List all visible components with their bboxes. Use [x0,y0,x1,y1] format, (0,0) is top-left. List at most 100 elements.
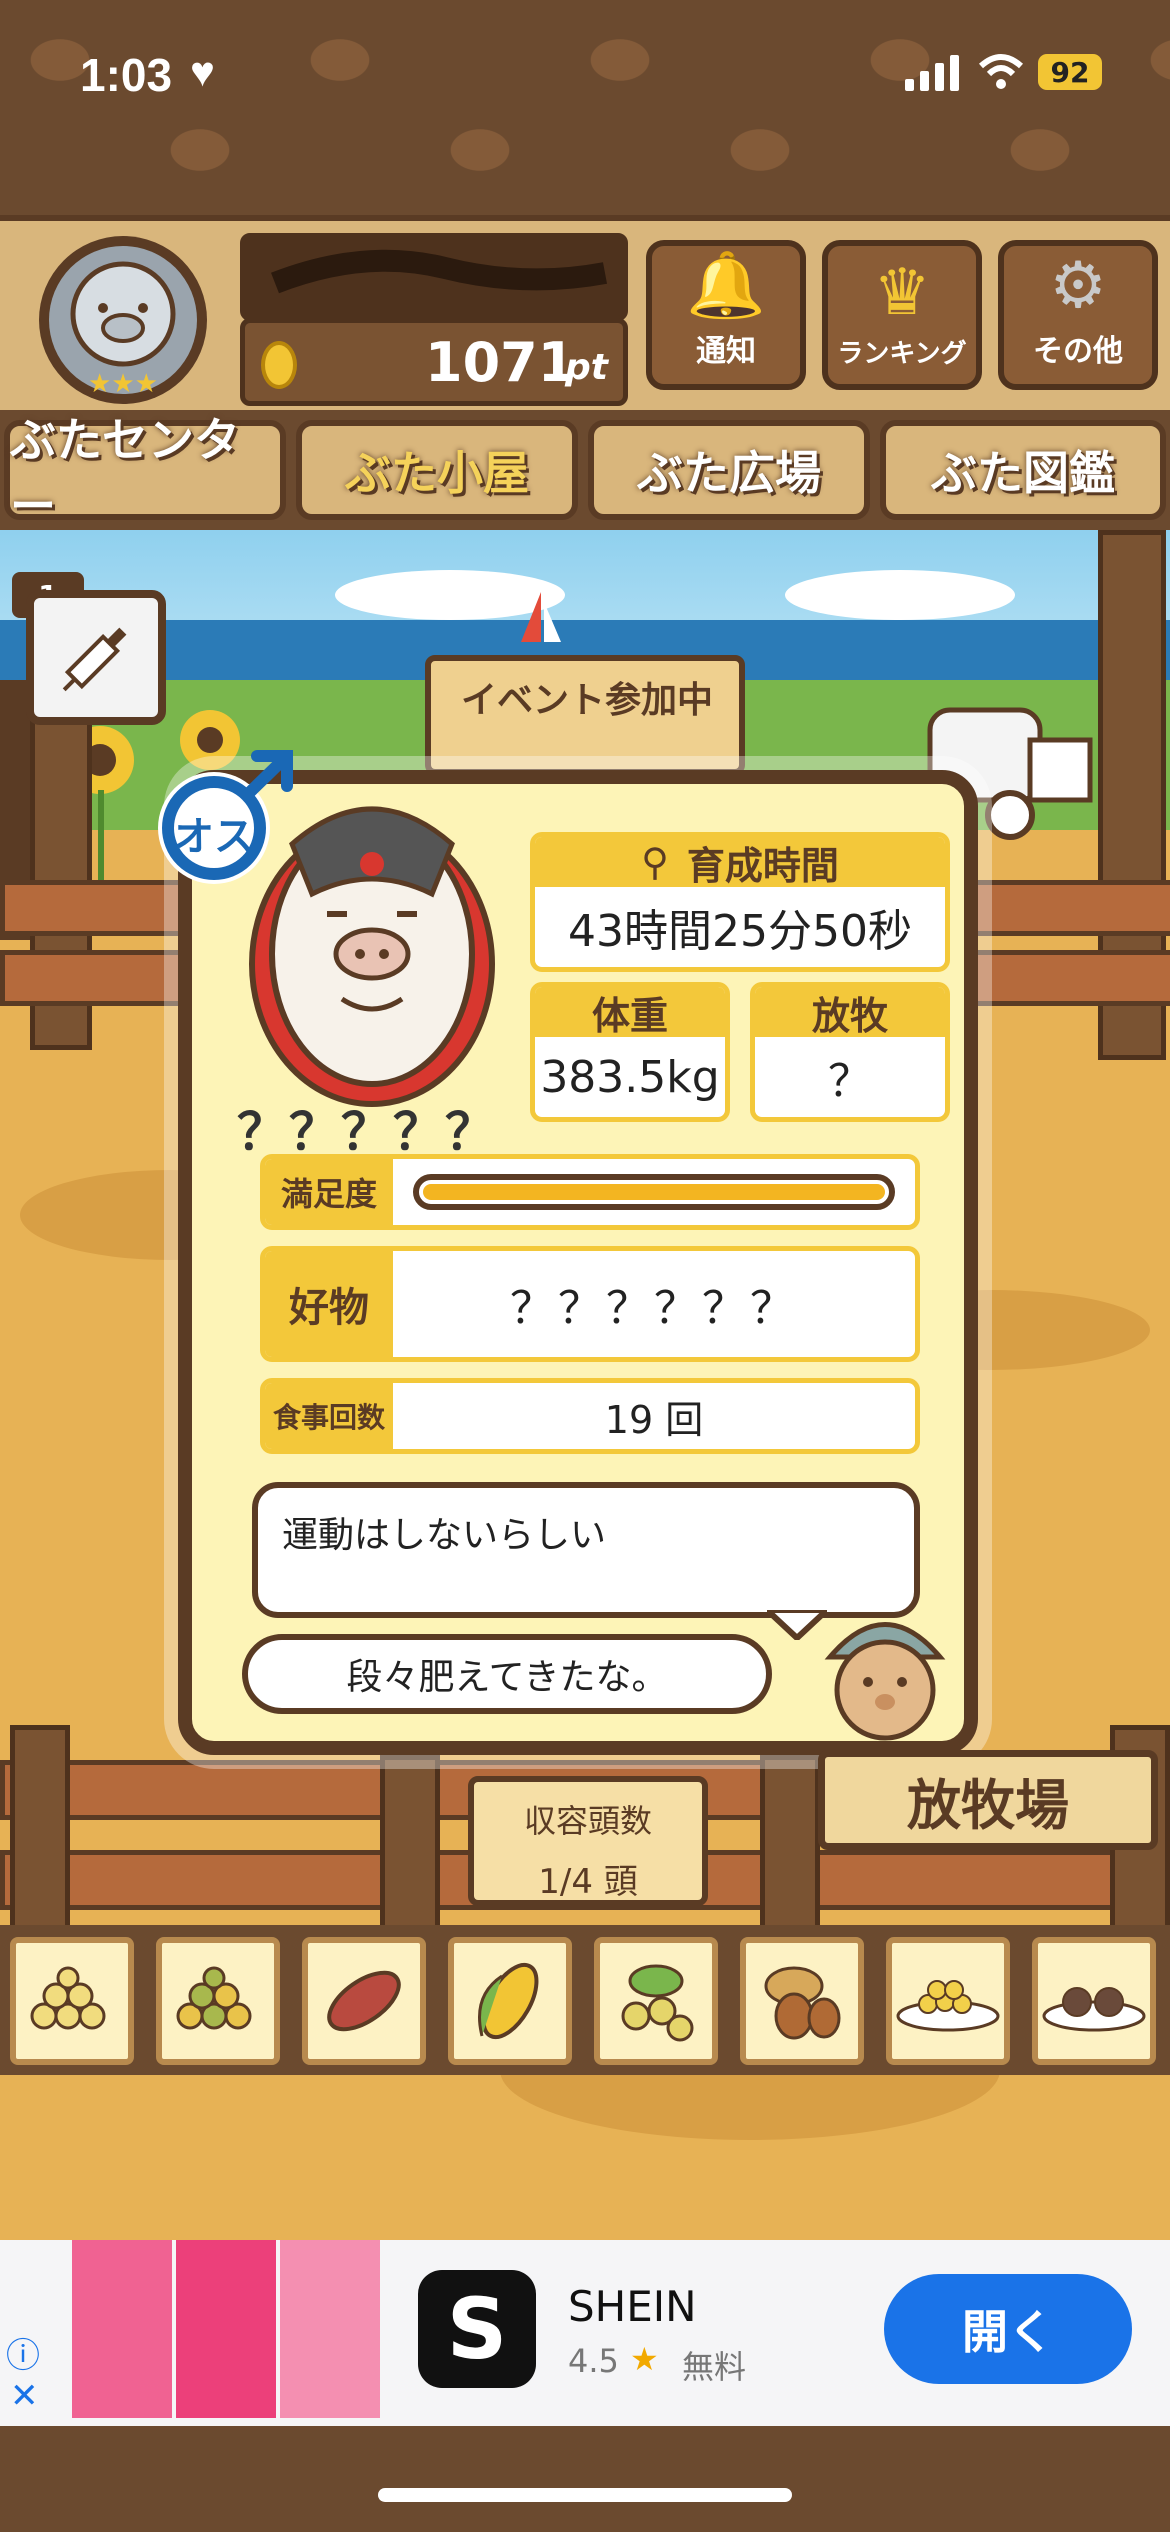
ad-screenshots [72,2240,380,2418]
ad-screenshot [176,2240,276,2418]
signal-icon [905,55,961,95]
favorite-label: 好物 [265,1251,393,1357]
heart-icon: ♥ [190,48,215,95]
farmer-comment-bubble: 段々肥えてきたな。 [242,1634,772,1714]
ad-banner[interactable]: ⓘ ✕ S SHEIN 4.5 ★ 無料 開く [0,2240,1170,2426]
status-time: 1:03 [80,49,173,101]
ad-rating: 4.5 [568,2342,619,2380]
fence-post [760,1755,820,1945]
points-unit: pt [565,347,608,388]
satisfaction-meter [413,1174,895,1210]
favorite-food-row: 好物 ？？？？？？ [260,1246,920,1362]
grazing-label: 放牧 [755,987,945,1038]
bell-icon: 🔔 [686,249,766,323]
bubble-tail [759,1607,835,1644]
cloud-icon [780,560,1020,624]
tab-buta-encyclopedia[interactable]: ぶた図鑑 [880,420,1166,520]
status-bar: 1:03 ♥ 92 [0,0,1170,215]
ad-info-icon[interactable]: ⓘ [6,2328,40,2377]
satisfaction-row: 満足度 [260,1154,920,1230]
coin-icon [261,341,297,389]
fence-post [380,1755,440,1945]
grains-icon [30,1966,106,2030]
food-slot[interactable] [594,1937,718,2065]
other-label: その他 [1033,334,1123,369]
ad-app-icon: S [418,2270,536,2388]
pig-comment-text: 運動はしないらしい [282,1515,607,1556]
food-slot[interactable] [740,1937,864,2065]
weight-value: 383.5kg [540,1051,720,1103]
pig-comment-bubble: 運動はしないらしい [252,1482,920,1618]
capacity-value: 1/4 頭 [538,1862,638,1902]
whistle-icon: ⚲ [641,840,669,884]
weight-label: 体重 [535,987,725,1038]
food-slot[interactable] [886,1937,1010,2065]
points-display: 1071 pt [240,318,628,406]
event-sign: イベント参加中 [425,655,745,775]
notification-button[interactable]: 🔔 通知 [646,240,806,390]
tab-buta-hut[interactable]: ぶた小屋 [296,420,578,520]
mixed-grains-icon [176,1966,252,2030]
food-slot[interactable] [1032,1937,1156,2065]
ad-app-name: SHEIN [568,2282,697,2331]
acorn-icon [764,1966,841,2040]
raising-time-box: ⚲ 育成時間 43時間25分50秒 [530,832,950,972]
ad-open-button[interactable]: 開く [884,2274,1132,2384]
gender-text: オス [174,814,254,860]
food-slot[interactable] [448,1937,572,2065]
satisfaction-meter-fill [423,1184,885,1200]
fence-rail [960,950,1170,1006]
meals-value: 19 回 [604,1397,704,1442]
berries-icon [621,1964,694,2042]
crown-icon: ♛ [873,256,931,330]
corn-icon [478,1962,539,2040]
ad-screenshot [72,2240,172,2418]
favorite-value: ？？？？？？ [510,1283,798,1334]
sweet-potato-icon [327,1970,401,2032]
meatball-plate-icon [1042,1987,1146,2032]
raising-time-label-row: ⚲ 育成時間 [535,837,945,888]
food-slot[interactable] [156,1937,280,2065]
capacity-sign: 収容頭数 1/4 頭 [468,1776,708,1906]
male-gender-badge: オス [152,746,302,896]
food-slot[interactable] [302,1937,426,2065]
gear-icon: ⚙ [1049,249,1107,323]
ranking-button[interactable]: ♛ ランキング [822,240,982,390]
pasture-button[interactable]: 放牧場 [818,1750,1158,1850]
farmer-comment-text: 段々肥えてきたな。 [346,1657,668,1698]
bottom-area [0,2426,1170,2532]
fence-rail [960,880,1170,936]
points-value: 1071 [425,331,576,394]
battery-indicator: 92 [1038,54,1102,90]
food-slot[interactable] [10,1937,134,2065]
meal-count-row: 食事回数 19 回 [260,1378,920,1454]
bean-plate-icon [896,1980,1000,2032]
weight-box: 体重 383.5kg [530,982,730,1122]
satisfaction-label: 満足度 [265,1159,393,1225]
pig-status-card: オス ？？？？？ ⚲ 育成時間 43時間25分50秒 体重 383.5kg 放牧… [158,750,978,1755]
grazing-value: ？ [828,1056,872,1107]
pig-rank-emblem[interactable]: ★★★ [28,232,218,407]
raising-time-value: 43時間25分50秒 [568,906,912,957]
meals-label: 食事回数 [265,1383,393,1449]
tab-buta-plaza[interactable]: ぶた広場 [588,420,870,520]
ad-screenshot [280,2240,380,2418]
other-button[interactable]: ⚙ その他 [998,240,1158,390]
ad-price: 無料 [682,2348,747,2386]
notification-label: 通知 [696,334,756,369]
raising-time-label: 育成時間 [686,843,839,888]
star-icon: ★ [630,2340,659,2378]
wifi-icon [977,52,1025,96]
ad-close-icon[interactable]: ✕ [10,2376,39,2416]
capacity-label: 収容頭数 [523,1802,652,1840]
fence-rail [0,950,200,1006]
tab-buta-center[interactable]: ぶたセンター [4,413,286,533]
player-name-redacted [240,233,628,321]
home-indicator[interactable] [378,2488,792,2502]
ranking-label: ランキング [837,339,967,369]
sailboat-icon [516,592,566,656]
syringe-item-button[interactable] [26,590,166,725]
event-sign-text: イベント参加中 [461,680,714,721]
grazing-box: 放牧 ？ [750,982,950,1122]
farmer-avatar [820,1602,950,1742]
